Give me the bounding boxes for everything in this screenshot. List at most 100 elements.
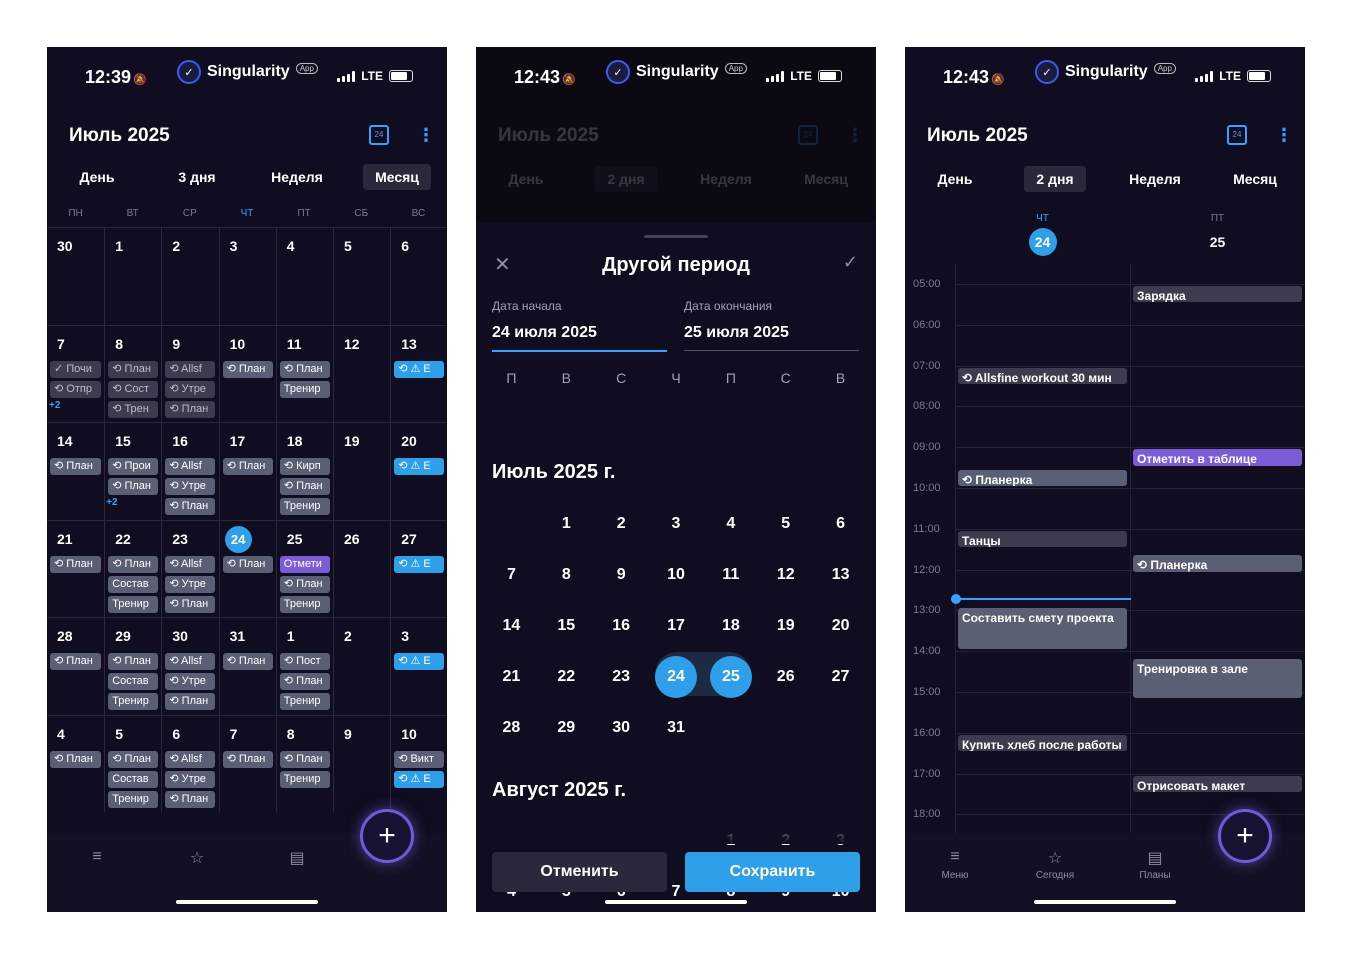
event-chip[interactable]: ⟲ План [50, 555, 101, 573]
day-header[interactable]: ПТ 25 [1188, 213, 1248, 256]
day-cell[interactable]: 22 ⟲ План Состав Тренир [104, 520, 161, 617]
calendar-today-icon[interactable]: 24 [1227, 125, 1247, 145]
picker-day[interactable]: 15 [539, 604, 594, 654]
day-cell[interactable]: 29 ⟲ План Состав Тренир [104, 618, 161, 715]
event-chip[interactable]: ⟲ План [108, 360, 159, 378]
day-cell[interactable]: 24 ⟲ План [218, 520, 276, 617]
day-cell[interactable]: 9 ⟲ Allsf ⟲ Утре ⟲ План [161, 325, 218, 422]
day-cell[interactable]: 12 [333, 325, 390, 422]
event-chip[interactable]: ⟲ План [279, 750, 330, 768]
day-cell[interactable]: 8 ⟲ План Тренир [275, 715, 333, 812]
view-tab[interactable]: Месяц [776, 165, 876, 193]
day-cell[interactable]: 11 ⟲ План Тренир [275, 325, 333, 422]
timeline-event[interactable]: Отрисовать макет [1133, 775, 1302, 792]
day-cell[interactable]: 25 Отмети ⟲ План Тренир [275, 520, 333, 617]
tab-today[interactable]: ☆ [157, 848, 237, 868]
picker-day[interactable]: 27 [813, 655, 868, 705]
view-tab[interactable]: Неделя [1105, 165, 1205, 193]
picker-day[interactable]: 8 [539, 553, 594, 603]
event-chip[interactable]: ⟲ План [279, 478, 330, 495]
event-chip[interactable]: Состав [108, 673, 159, 690]
timeline-event[interactable]: Зарядка [1133, 286, 1302, 303]
view-tab[interactable]: Неделя [247, 163, 347, 191]
day-cell[interactable]: 2 [333, 618, 390, 715]
day-cell[interactable]: 5 [333, 228, 390, 325]
event-chip[interactable]: Тренир [108, 595, 159, 613]
event-chip[interactable]: ⟲ План [50, 653, 101, 670]
event-chip[interactable]: ⟲ Утре [165, 380, 216, 398]
event-chip[interactable]: Тренир [279, 770, 330, 788]
event-chip[interactable]: ⟲ Allsf [165, 555, 216, 573]
picker-day[interactable]: 7 [484, 553, 539, 603]
event-chip[interactable]: ⟲ План [222, 750, 273, 768]
day-cell[interactable]: 14 ⟲ План [47, 423, 104, 520]
picker-day[interactable]: 4 [703, 502, 758, 552]
timeline-event[interactable]: ⟲ Планерка [958, 469, 1127, 486]
picker-day[interactable]: 31 [649, 706, 704, 756]
day-cell[interactable]: 8 ⟲ План ⟲ Сост ⟲ Трен [104, 325, 161, 422]
tab-plans[interactable]: ▤ [257, 848, 337, 868]
day-cell[interactable]: 26 [333, 520, 390, 617]
event-chip[interactable]: ⟲ План [165, 400, 216, 418]
timeline-event[interactable]: ⟲ Allsfine workout 30 мин [958, 367, 1127, 384]
day-cell[interactable]: 31 ⟲ План [218, 618, 276, 715]
day-cell[interactable]: 1 ⟲ Пост ⟲ План Тренир [275, 618, 333, 715]
event-chip[interactable]: ⟲ Allsf [165, 360, 216, 378]
more-events-link[interactable]: +2 [106, 497, 117, 508]
event-chip[interactable]: Тренир [279, 595, 330, 613]
picker-day[interactable]: 20 [813, 604, 868, 654]
day-cell[interactable]: 10 ⟲ Викт ⟲ ⚠ E [390, 715, 447, 812]
day-cell[interactable]: 27 ⟲ ⚠ E [390, 520, 447, 617]
add-task-button[interactable]: + [1218, 809, 1272, 863]
picker-day[interactable]: 17 [649, 604, 704, 654]
picker-day[interactable]: 6 [813, 502, 868, 552]
calendar-today-icon[interactable]: 24 [369, 125, 389, 145]
event-chip[interactable]: Тренир [279, 498, 330, 515]
picker-day[interactable]: 21 [484, 655, 539, 705]
picker-day[interactable]: 23 [594, 655, 649, 705]
event-chip[interactable]: ⟲ План [50, 458, 101, 475]
day-cell[interactable]: 23 ⟲ Allsf ⟲ Утре ⟲ План [161, 520, 218, 617]
event-chip[interactable]: ⟲ План [165, 790, 216, 808]
picker-day[interactable]: 11 [703, 553, 758, 603]
picker-day[interactable]: 22 [539, 655, 594, 705]
picker-day[interactable]: 19 [758, 604, 813, 654]
event-chip[interactable]: ⟲ ⚠ E [394, 458, 445, 475]
day-cell[interactable]: 4 [275, 228, 333, 325]
day-cell[interactable]: 18 ⟲ Кирп ⟲ План Тренир [275, 423, 333, 520]
event-chip[interactable]: Отмети [279, 555, 330, 573]
save-button[interactable]: Сохранить [685, 852, 860, 892]
picker-day[interactable]: 29 [539, 706, 594, 756]
event-chip[interactable]: Состав [108, 770, 159, 788]
day-cell[interactable]: 4 ⟲ План [47, 716, 104, 813]
event-chip[interactable]: ⟲ ⚠ E [394, 555, 445, 573]
selected-day[interactable]: 25 [709, 656, 752, 698]
event-chip[interactable]: ⟲ План [108, 653, 159, 670]
view-tab[interactable]: Неделя [676, 165, 776, 193]
picker-day[interactable]: 12 [758, 553, 813, 603]
view-tab[interactable]: Месяц [347, 163, 447, 191]
day-header[interactable]: ЧТ 24 [1013, 213, 1073, 256]
event-chip[interactable]: ⟲ ⚠ E [394, 770, 445, 788]
event-chip[interactable]: ⟲ План [279, 673, 330, 690]
day-cell[interactable]: 30 [47, 228, 104, 325]
day-cell[interactable]: 16 ⟲ Allsf ⟲ Утре ⟲ План [161, 423, 218, 520]
picker-day[interactable]: 5 [758, 502, 813, 552]
event-chip[interactable]: ⟲ ⚠ E [394, 653, 445, 670]
picker-day[interactable]: 13 [813, 553, 868, 603]
timeline-event[interactable]: Тренировка в зале [1133, 659, 1302, 699]
more-menu-icon[interactable]: ⋮ [417, 125, 435, 145]
picker-day[interactable]: 30 [594, 706, 649, 756]
view-tab[interactable]: 2 дня [1005, 165, 1105, 193]
event-chip[interactable]: Состав [108, 575, 159, 593]
event-chip[interactable]: ⟲ План [279, 360, 330, 378]
event-chip[interactable]: ⟲ Викт [394, 750, 445, 768]
event-chip[interactable]: ⟲ План [50, 750, 101, 768]
picker-day[interactable]: 2 [594, 502, 649, 552]
event-chip[interactable]: ⟲ План [165, 498, 216, 515]
view-tab[interactable]: Месяц [1205, 165, 1305, 193]
day-cell[interactable]: 5 ⟲ План Состав Тренир [104, 715, 161, 812]
event-chip[interactable]: ⟲ Трен [108, 400, 159, 418]
day-cell[interactable]: 17 ⟲ План [218, 423, 276, 520]
day-cell[interactable]: 3 [218, 228, 276, 325]
